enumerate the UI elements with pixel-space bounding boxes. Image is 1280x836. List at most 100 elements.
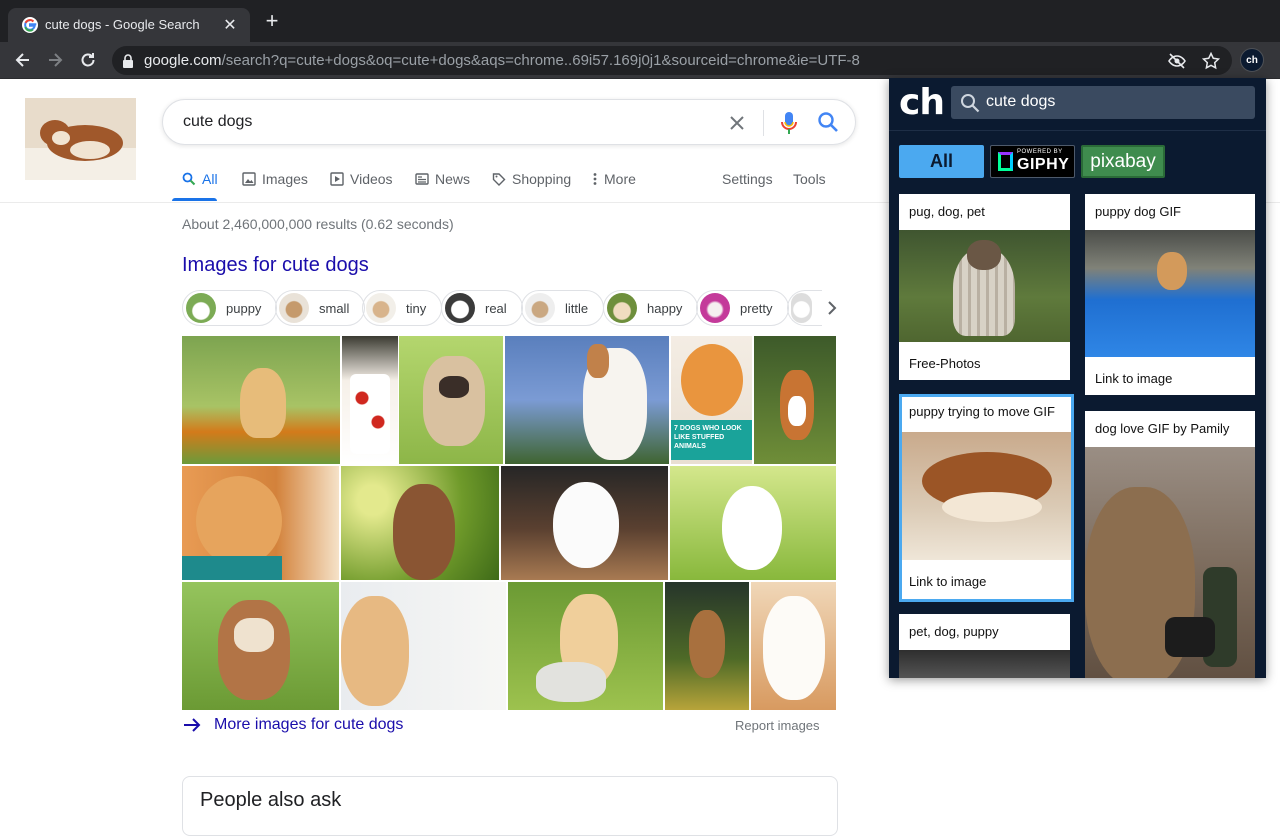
result-card[interactable]: dog love GIF by Pamily (1085, 411, 1255, 678)
chip-tiny[interactable]: tiny (362, 290, 443, 326)
giphy-powered-label: POWERED BY (1017, 149, 1063, 155)
tab-label: Images (262, 171, 308, 187)
address-bar[interactable]: google.com/search?q=cute+dogs&oq=cute+do… (112, 46, 1232, 75)
card-image (1085, 230, 1255, 357)
extension-logo: ch (899, 82, 945, 123)
forward-icon[interactable] (45, 50, 65, 70)
google-favicon-icon (22, 17, 38, 33)
tools-label: Tools (793, 171, 826, 187)
tab-more[interactable]: More (592, 171, 636, 187)
settings-label: Settings (722, 171, 773, 187)
card-image (899, 650, 1070, 678)
tab-all[interactable]: All (172, 171, 218, 201)
search-input[interactable]: cute dogs (183, 113, 252, 131)
search-box[interactable]: cute dogs (162, 99, 856, 145)
extension-search-field[interactable]: cute dogs (951, 86, 1255, 119)
image-grid: 7 DOGS WHO LOOK LIKE STUFFED ANIMALS (182, 336, 836, 710)
eye-off-icon[interactable] (1168, 52, 1186, 70)
results-count: About 2,460,000,000 results (0.62 second… (182, 216, 454, 232)
chip-thumbnail (279, 293, 309, 323)
card-title: puppy dog GIF (1095, 204, 1181, 219)
dog-image[interactable] (505, 336, 669, 464)
card-footer: Link to image (909, 574, 987, 589)
more-images-link[interactable]: More images for cute dogs (182, 716, 403, 734)
chip-thumbnail (791, 293, 812, 323)
dog-image[interactable] (501, 466, 668, 580)
filter-all-button[interactable]: All (899, 145, 984, 178)
chip-label: tiny (406, 300, 427, 316)
dog-image[interactable] (341, 466, 499, 580)
chip-pretty[interactable]: pretty (696, 290, 789, 326)
tab-news[interactable]: News (415, 171, 470, 187)
chip-puppy[interactable]: puppy (182, 290, 278, 326)
tab-strip: cute dogs - Google Search ✕ + (0, 0, 1280, 42)
card-footer: Free-Photos (909, 356, 981, 371)
bookmark-star-icon[interactable] (1202, 52, 1220, 70)
tab-videos[interactable]: Videos (330, 171, 393, 187)
extension-button[interactable]: ch (1240, 48, 1264, 72)
dog-image[interactable] (182, 466, 339, 580)
chip-small[interactable]: small (275, 290, 366, 326)
chip-real[interactable]: real (441, 290, 523, 326)
search-icon (961, 94, 980, 113)
dog-image[interactable] (399, 336, 503, 464)
search-icon[interactable] (817, 111, 839, 133)
result-card[interactable]: pet, dog, puppy (899, 614, 1070, 678)
dog-image[interactable] (182, 582, 339, 710)
chip-thumbnail (445, 293, 475, 323)
people-also-ask-heading: People also ask (200, 789, 342, 811)
card-footer: Link to image (1095, 371, 1173, 386)
arrow-right-icon (184, 718, 201, 732)
clear-icon[interactable] (727, 113, 747, 133)
extension-divider (889, 130, 1266, 131)
filter-pixabay-button[interactable]: pixabay (1081, 145, 1165, 178)
report-images-link[interactable]: Report images (735, 718, 820, 733)
tools-link[interactable]: Tools (793, 171, 826, 187)
card-title: puppy trying to move GIF (909, 404, 1055, 419)
chip-label: puppy (226, 300, 262, 316)
dog-image[interactable] (670, 466, 836, 580)
microphone-icon[interactable] (779, 111, 799, 135)
chip-happy[interactable]: happy (603, 290, 699, 326)
settings-link[interactable]: Settings (722, 171, 773, 187)
tab-label: More (604, 171, 636, 187)
dog-image[interactable] (754, 336, 836, 464)
video-icon (330, 172, 344, 186)
back-icon[interactable] (13, 50, 33, 70)
tab-title: cute dogs - Google Search (45, 17, 200, 32)
dog-image[interactable] (751, 582, 836, 710)
dog-image[interactable] (342, 336, 398, 464)
reload-icon[interactable] (78, 50, 98, 70)
result-card[interactable]: pug, dog, pet Free-Photos (899, 194, 1070, 380)
result-card[interactable]: puppy dog GIF Link to image (1085, 194, 1255, 395)
chip-little[interactable]: little (521, 290, 605, 326)
tag-icon (492, 173, 506, 186)
search-divider (763, 110, 764, 136)
tab-label: News (435, 171, 471, 187)
tab-close-icon[interactable]: ✕ (220, 15, 240, 35)
chip-more-partial[interactable] (787, 290, 822, 326)
dog-image[interactable] (665, 582, 749, 710)
images-heading[interactable]: Images for cute dogs (182, 254, 369, 277)
image-icon (242, 172, 256, 186)
dog-image[interactable]: 7 DOGS WHO LOOK LIKE STUFFED ANIMALS (671, 336, 752, 464)
dog-image[interactable] (341, 582, 506, 710)
giphy-logo-icon (998, 152, 1013, 171)
dog-image[interactable] (508, 582, 663, 710)
doodle-image[interactable] (25, 98, 136, 180)
chevron-right-icon[interactable] (826, 300, 838, 316)
tab-shopping[interactable]: Shopping (492, 171, 571, 187)
overlay-caption: 7 DOGS WHO LOOK LIKE STUFFED ANIMALS (671, 420, 752, 460)
filter-giphy-button[interactable]: POWERED BY GIPHY (990, 145, 1075, 178)
dog-image[interactable] (182, 336, 340, 464)
tab-images[interactable]: Images (242, 171, 308, 187)
giphy-label: GIPHY (1017, 156, 1070, 173)
browser-tab[interactable]: cute dogs - Google Search ✕ (8, 8, 250, 42)
chip-label: pretty (740, 300, 773, 316)
extension-search-value: cute dogs (986, 93, 1056, 110)
chip-label: little (565, 300, 589, 316)
news-icon (415, 173, 429, 185)
result-card-selected[interactable]: puppy trying to move GIF Link to image (899, 394, 1074, 602)
url-text: google.com/search?q=cute+dogs&oq=cute+do… (144, 52, 860, 69)
new-tab-button[interactable]: + (262, 10, 282, 32)
